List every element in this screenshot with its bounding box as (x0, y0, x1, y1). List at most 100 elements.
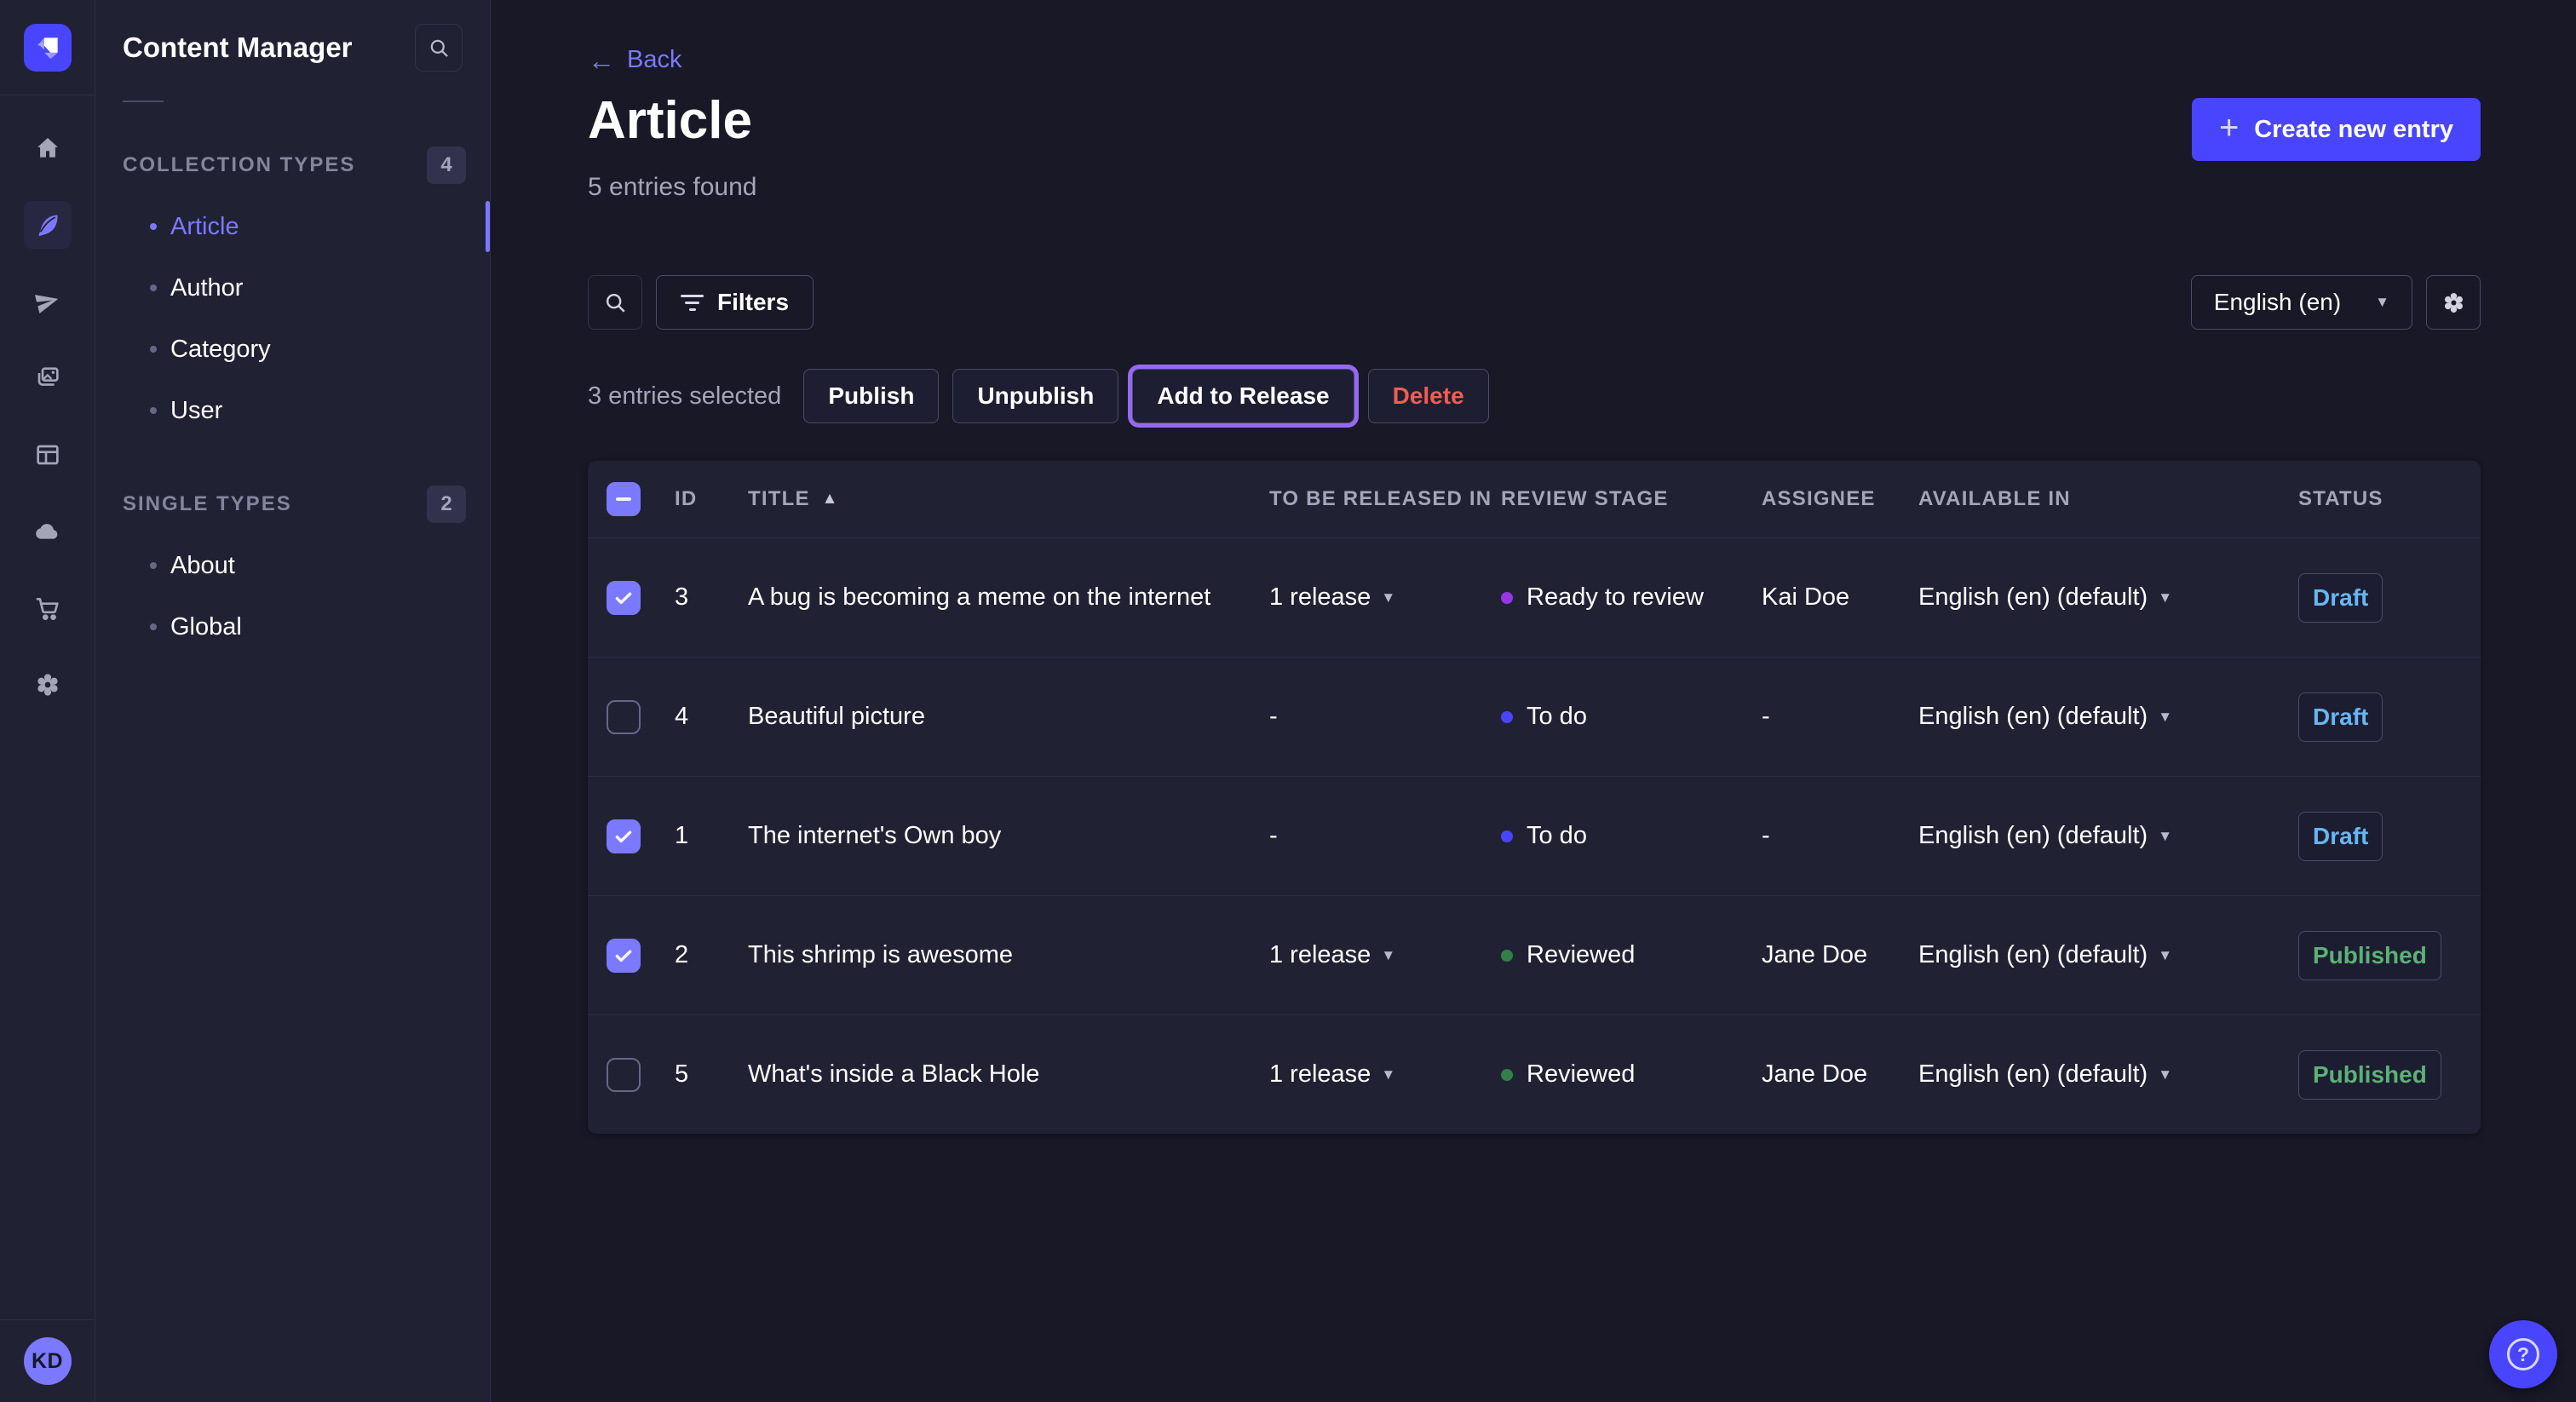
locale-value: English (en) (default) (1918, 583, 2148, 612)
sidebar-item-article[interactable]: Article (95, 196, 490, 257)
sidebar-item-global[interactable]: Global (95, 596, 490, 658)
bullet-icon (150, 284, 157, 291)
panel-sections: COLLECTION TYPES4 Article Author CategoryUs… (95, 147, 490, 658)
row-checkbox[interactable] (607, 939, 641, 973)
indeterminate-icon (616, 497, 631, 501)
home-icon[interactable] (24, 124, 72, 172)
select-all-checkbox[interactable] (607, 482, 641, 516)
toolbar-right: English (en) ▼ (2191, 275, 2481, 330)
row-checkbox-cell (607, 700, 675, 734)
back-link[interactable]: ← Back (588, 46, 681, 74)
filters-button[interactable]: Filters (656, 275, 814, 330)
status-badge: Draft (2298, 573, 2383, 623)
cell-status: Draft (2298, 573, 2460, 623)
cell-assignee: Jane Doe (1762, 941, 1918, 969)
chevron-down-icon: ▼ (1381, 1066, 1395, 1083)
cell-locale[interactable]: English (en) (default)▼ (1918, 703, 2298, 731)
status-badge: Draft (2298, 812, 2383, 861)
release-value: 1 release (1269, 583, 1371, 612)
page-header: Article + Create new entry (588, 93, 2481, 161)
cell-locale[interactable]: English (en) (default)▼ (1918, 583, 2298, 612)
user-avatar[interactable]: KD (24, 1337, 72, 1385)
table-row[interactable]: 2This shrimp is awesome1 release▼Reviewe… (588, 895, 2481, 1014)
table-row[interactable]: 3A bug is becoming a meme on the interne… (588, 537, 2481, 657)
entries-table: IDTITLE▲TO BE RELEASED INREVIEW STAGEASS… (588, 461, 2481, 1134)
release-value: - (1269, 703, 1278, 731)
column-header-to-be-released-in[interactable]: TO BE RELEASED IN (1269, 487, 1501, 511)
content-manager-feather-icon[interactable] (24, 201, 72, 249)
help-button[interactable]: ? (2489, 1320, 2557, 1388)
panel-search-button[interactable] (415, 24, 463, 72)
table-row[interactable]: 4Beautiful picture-To do-English (en) (d… (588, 657, 2481, 776)
cell-release[interactable]: 1 release▼ (1269, 941, 1501, 969)
row-checkbox-cell (607, 581, 675, 615)
filters-label: Filters (717, 289, 789, 316)
locale-value: English (en) (default) (1918, 941, 2148, 969)
panel-item-list: AboutGlobal (95, 535, 490, 658)
cell-title: Beautiful picture (748, 703, 1269, 731)
cell-assignee: Jane Doe (1762, 1060, 1918, 1089)
marketplace-cart-icon[interactable] (24, 584, 72, 632)
cell-status: Draft (2298, 812, 2460, 861)
table-row[interactable]: 1The internet's Own boy-To do-English (e… (588, 776, 2481, 895)
releases-plane-icon[interactable] (24, 278, 72, 325)
search-button[interactable] (588, 275, 642, 330)
row-checkbox[interactable] (607, 581, 641, 615)
locale-value: English (en) (default) (1918, 822, 2148, 850)
column-header-title[interactable]: TITLE▲ (748, 487, 1269, 511)
question-circle-icon: ? (2507, 1338, 2539, 1370)
page-title: Article (588, 93, 752, 148)
section-header: COLLECTION TYPES4 (95, 147, 490, 184)
selection-bar: 3 entries selected PublishUnpublishAdd t… (588, 369, 2481, 423)
section-label: SINGLE TYPES (123, 492, 292, 516)
unpublish-button[interactable]: Unpublish (952, 369, 1118, 423)
deploy-cloud-icon[interactable] (24, 508, 72, 555)
column-header-available-in[interactable]: AVAILABLE IN (1918, 487, 2298, 511)
toolbar-left: Filters (588, 275, 814, 330)
bullet-icon (150, 223, 157, 230)
cell-id: 2 (675, 941, 748, 969)
strapi-logo[interactable] (24, 24, 72, 72)
sidebar-item-about[interactable]: About (95, 535, 490, 596)
section-count-badge: 2 (427, 486, 466, 523)
toolbar: Filters English (en) ▼ (588, 275, 2481, 330)
cell-locale[interactable]: English (en) (default)▼ (1918, 941, 2298, 969)
cell-id: 1 (675, 822, 748, 850)
column-header-assignee[interactable]: ASSIGNEE (1762, 487, 1918, 511)
publish-button[interactable]: Publish (803, 369, 939, 423)
content-type-builder-icon[interactable] (24, 431, 72, 479)
cell-review-stage: To do (1501, 822, 1762, 850)
sidebar-item-category[interactable]: Category (95, 319, 490, 380)
cell-locale[interactable]: English (en) (default)▼ (1918, 1060, 2298, 1089)
column-header-id[interactable]: ID (675, 487, 748, 511)
row-checkbox[interactable] (607, 700, 641, 734)
locale-value: English (en) (default) (1918, 703, 2148, 731)
row-checkbox[interactable] (607, 1058, 641, 1092)
delete-button[interactable]: Delete (1368, 369, 1489, 423)
cell-status: Published (2298, 1050, 2460, 1100)
column-header-status[interactable]: STATUS (2298, 487, 2460, 511)
sidebar-item-author[interactable]: Author (95, 257, 490, 319)
check-icon (612, 587, 635, 609)
locale-value: English (en) (default) (1918, 1060, 2148, 1089)
cell-release: - (1269, 822, 1501, 850)
row-checkbox[interactable] (607, 819, 641, 853)
cell-release[interactable]: 1 release▼ (1269, 1060, 1501, 1089)
table-row[interactable]: 5What's inside a Black Hole1 release▼Rev… (588, 1014, 2481, 1134)
search-icon (603, 290, 628, 315)
cell-assignee: - (1762, 822, 1918, 850)
cell-locale[interactable]: English (en) (default)▼ (1918, 822, 2298, 850)
view-settings-button[interactable] (2426, 275, 2481, 330)
media-library-icon[interactable] (24, 354, 72, 402)
sidebar-item-label: Author (170, 274, 243, 302)
panel-title: Content Manager (123, 32, 353, 64)
locale-select[interactable]: English (en) ▼ (2191, 275, 2412, 330)
add-to-release-button[interactable]: Add to Release (1132, 369, 1354, 423)
column-header-review-stage[interactable]: REVIEW STAGE (1501, 487, 1762, 511)
sidebar-item-user[interactable]: User (95, 380, 490, 441)
create-new-entry-button[interactable]: + Create new entry (2192, 98, 2481, 161)
cell-release[interactable]: 1 release▼ (1269, 583, 1501, 612)
select-all-cell (607, 482, 675, 516)
panel-header: Content Manager (95, 0, 490, 87)
settings-gear-icon[interactable] (24, 661, 72, 709)
